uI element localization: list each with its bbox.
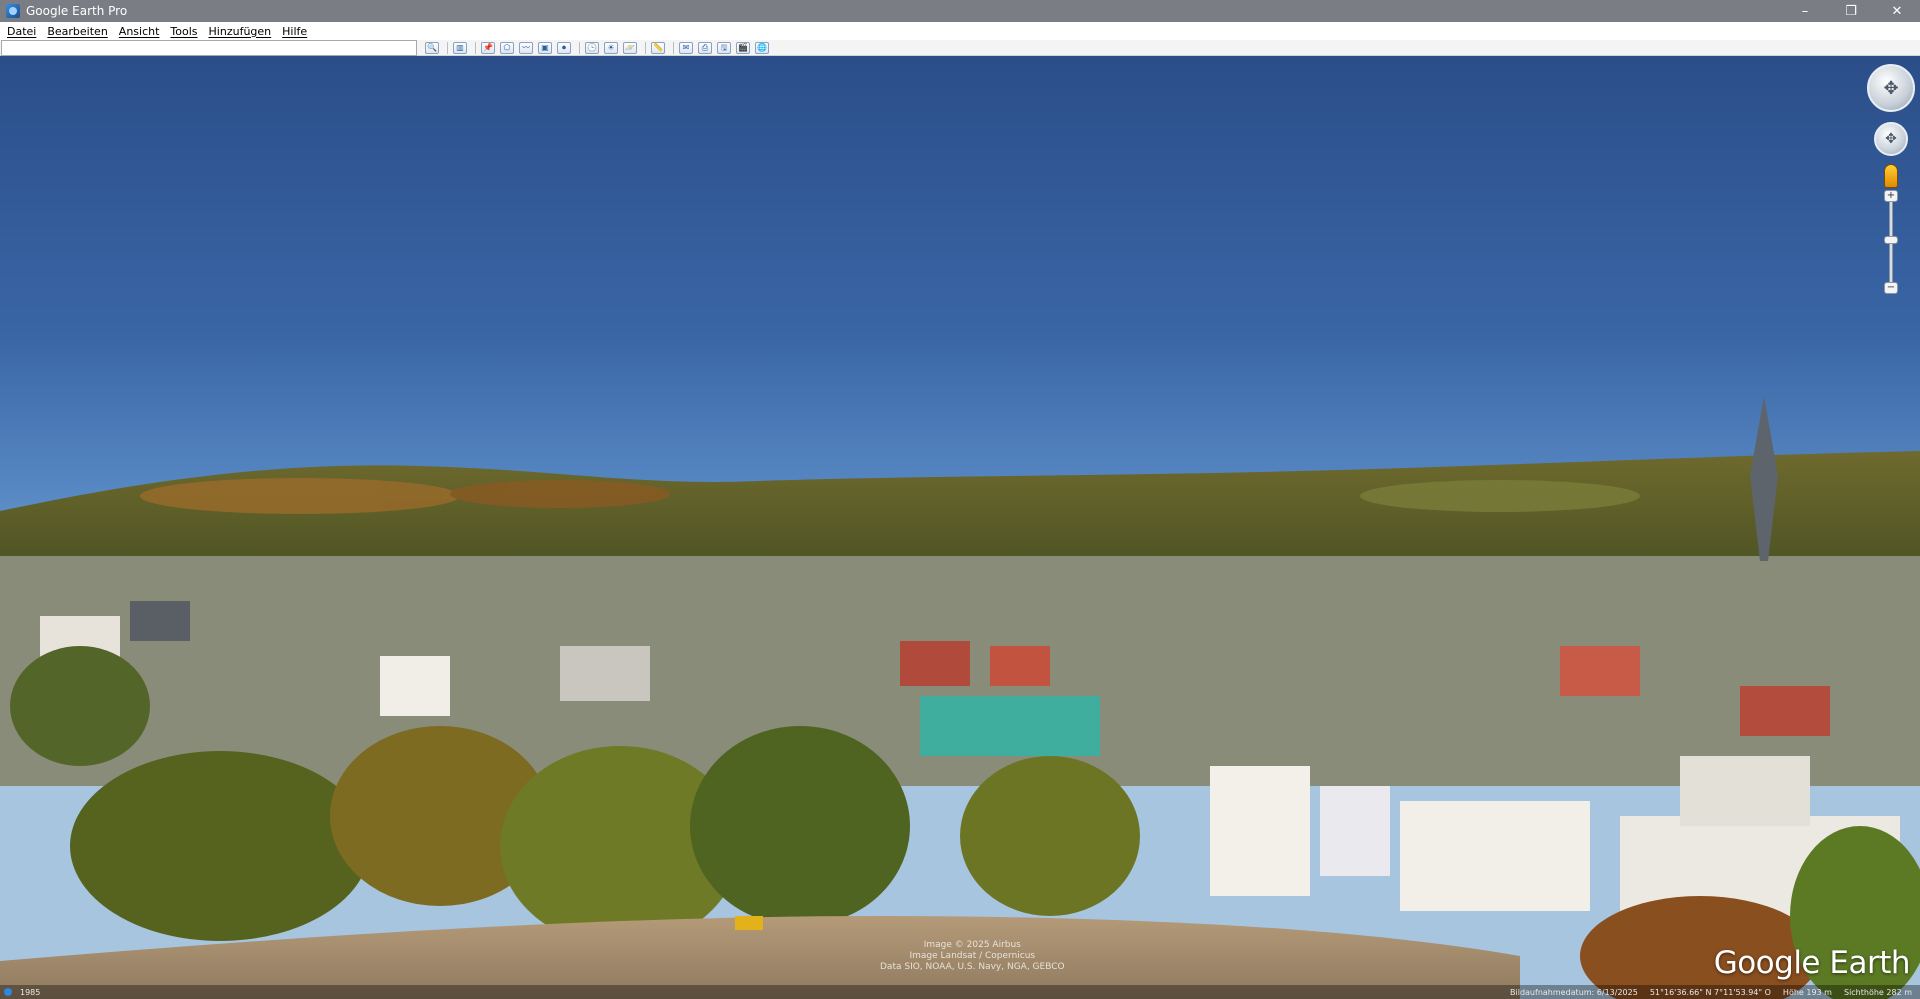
zoom-out-button[interactable]: − — [1884, 282, 1898, 294]
menu-hilfe[interactable]: Hilfe — [278, 25, 311, 38]
copyright-line: Image Landsat / Copernicus — [909, 951, 1036, 961]
toolbar-separator — [447, 41, 448, 54]
imagery-date: Bildaufnahmedatum: 6/13/2025 — [1510, 987, 1638, 997]
window-controls: – ❐ ✕ — [1782, 0, 1920, 22]
copyright-line: Data SIO, NOAA, U.S. Navy, NGA, GEBCO — [880, 962, 1065, 972]
tour-icon[interactable]: ⏺ — [557, 41, 571, 54]
status-bar: 1985 Bildaufnahmedatum: 6/13/2025 51°16'… — [0, 985, 1920, 999]
restore-button[interactable]: ❐ — [1828, 0, 1874, 22]
coordinates: 51°16'36.66" N 7°11'53.94" O — [1649, 987, 1771, 997]
tour-guide-icon[interactable] — [4, 988, 12, 996]
planets-icon[interactable]: 🪐 — [623, 41, 637, 54]
toolbar-separator — [475, 41, 476, 54]
menu-bar: Datei Bearbeiten Ansicht Tools Hinzufüge… — [0, 22, 1920, 40]
toolbar: 🔍 ▥ 📌 ⬠ 〰 ▣ ⏺ 🕒 ☀ 🪐 📏 ✉ ⎙ 🖫 🎬 🌐 — [0, 39, 1920, 56]
toolbar-separator — [673, 41, 674, 54]
menu-ansicht[interactable]: Ansicht — [115, 25, 164, 38]
menu-tools[interactable]: Tools — [166, 25, 201, 38]
copyright-line: Image © 2025 Airbus — [923, 940, 1021, 950]
zoom-slider-thumb[interactable] — [1884, 236, 1898, 244]
toolbar-separator — [579, 41, 580, 54]
search-input[interactable] — [1, 39, 417, 56]
google-earth-watermark: Google Earth — [1713, 945, 1911, 981]
polygon-icon[interactable]: ⬠ — [500, 41, 514, 54]
sidebar-icon[interactable]: ▥ — [453, 41, 467, 54]
ruler-icon[interactable]: 📏 — [651, 41, 665, 54]
google-maps-icon[interactable]: 🌐 — [755, 41, 769, 54]
terrain-scene — [0, 396, 1920, 999]
historical-year: 1985 — [20, 987, 41, 997]
close-button[interactable]: ✕ — [1874, 0, 1920, 22]
menu-hinzufuegen[interactable]: Hinzufügen — [205, 25, 276, 38]
construction-vehicle — [735, 916, 763, 930]
menu-bearbeiten[interactable]: Bearbeiten — [43, 25, 111, 38]
zoom-in-button[interactable]: + — [1884, 190, 1898, 202]
save-image-icon[interactable]: 🖫 — [717, 41, 731, 54]
email-icon[interactable]: ✉ — [679, 41, 693, 54]
menu-datei[interactable]: Datei — [3, 25, 40, 38]
eye-altitude: Sichthöhe 282 m — [1843, 987, 1912, 997]
path-icon[interactable]: 〰 — [519, 41, 533, 54]
earth-3d-view[interactable]: ✥ ✥ + − Image © 2025 Airbus Image Landsa… — [0, 56, 1920, 999]
toolbar-separator — [645, 41, 646, 54]
search-icon[interactable]: 🔍 — [425, 41, 439, 54]
minimize-button[interactable]: – — [1782, 0, 1828, 22]
navigation-ring-icon[interactable]: ✥ — [1867, 64, 1915, 112]
navigation-controls: ✥ ✥ + − — [1860, 56, 1920, 296]
sunlight-icon[interactable]: ☀ — [604, 41, 618, 54]
street-view-pegman-icon[interactable] — [1884, 164, 1898, 188]
movie-icon[interactable]: 🎬 — [736, 41, 750, 54]
historical-imagery-icon[interactable]: 🕒 — [585, 41, 599, 54]
title-bar: Google Earth Pro – ❐ ✕ — [0, 0, 1920, 22]
window-title: Google Earth Pro — [26, 4, 128, 18]
google-earth-app-icon — [6, 4, 20, 18]
image-overlay-icon[interactable]: ▣ — [538, 41, 552, 54]
imagery-copyright: Image © 2025 Airbus Image Landsat / Cope… — [880, 940, 1065, 973]
elevation: Höhe 193 m — [1782, 987, 1832, 997]
placemark-icon[interactable]: 📌 — [481, 41, 495, 54]
look-joystick-icon[interactable]: ✥ — [1874, 122, 1908, 156]
print-icon[interactable]: ⎙ — [698, 41, 712, 54]
